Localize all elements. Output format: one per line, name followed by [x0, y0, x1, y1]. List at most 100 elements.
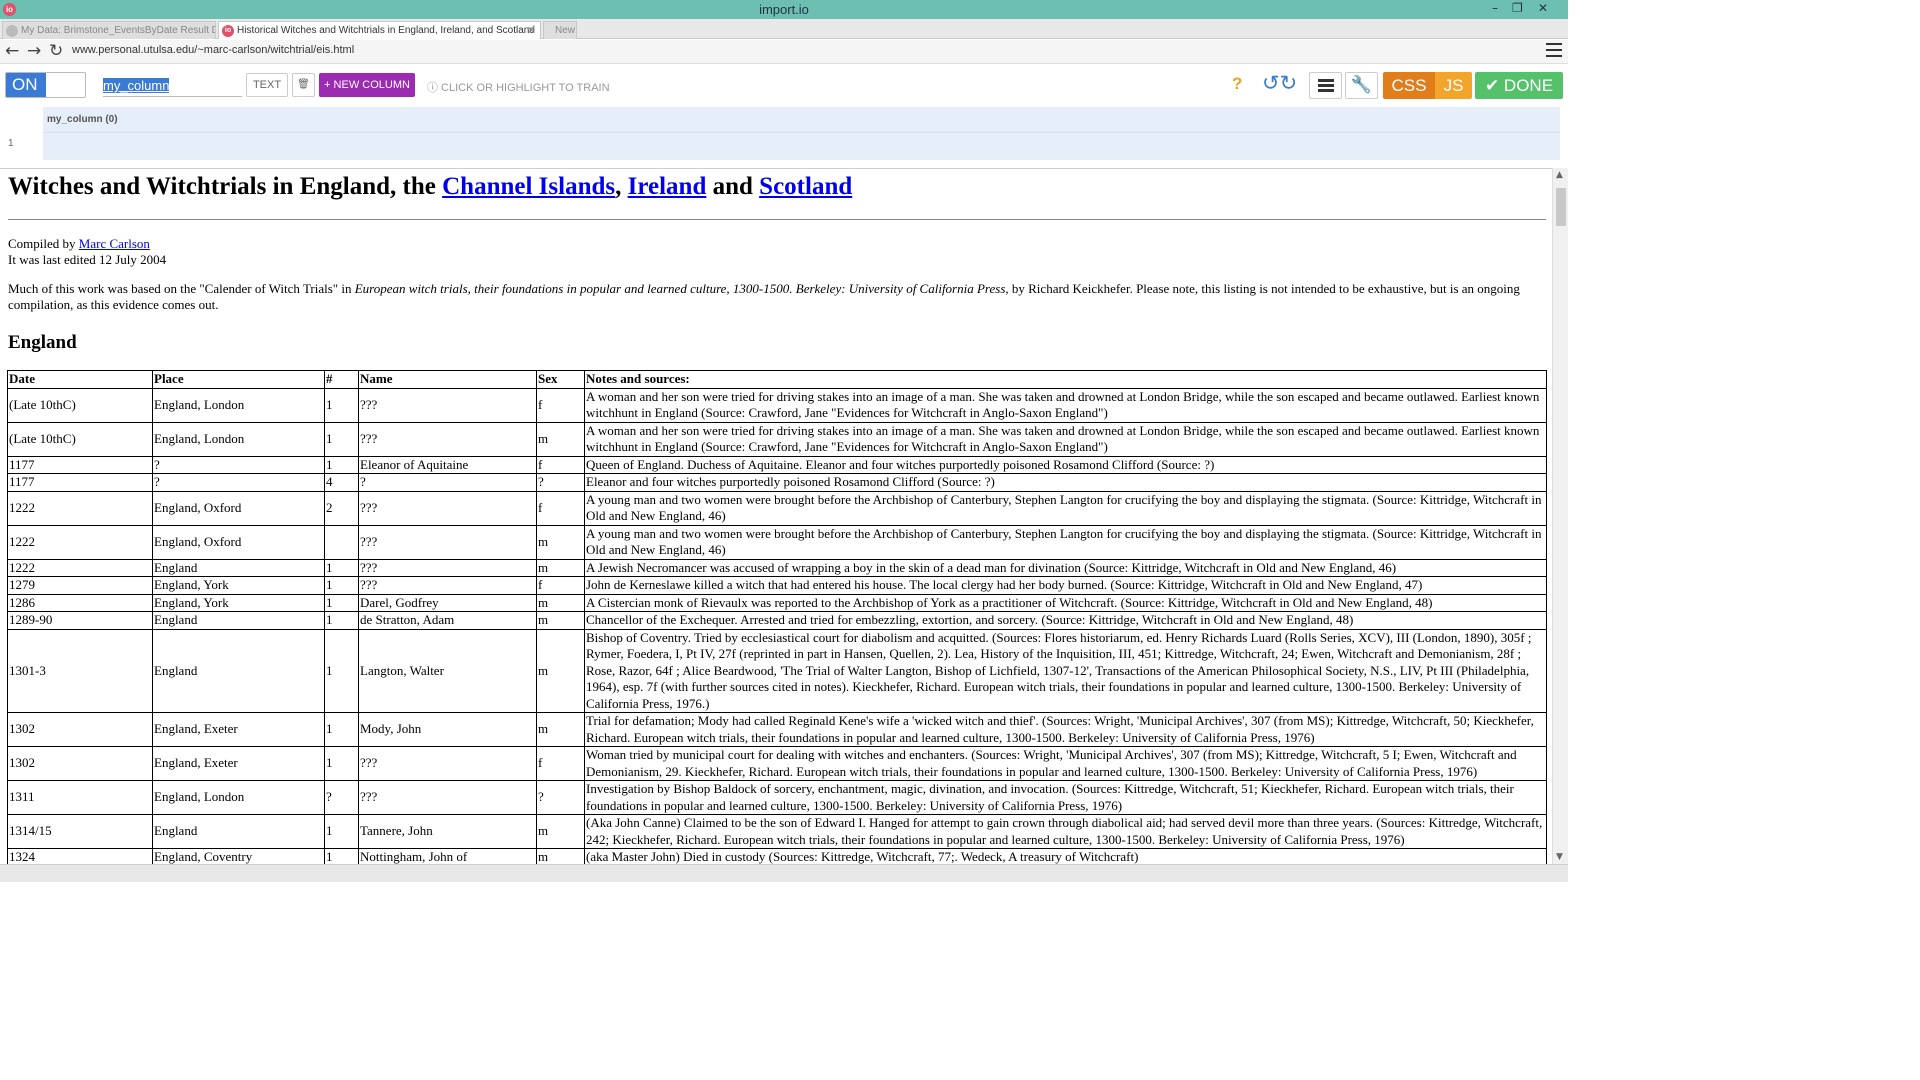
column-header-cell: Notes and sources: [584, 370, 1547, 389]
back-arrow-icon[interactable]: ← [5, 41, 19, 61]
wrench-icon[interactable]: 🔧 [1345, 72, 1378, 99]
table-row: 1302 England, Exeter 1 Mody, John m Trial for… [7, 712, 1547, 747]
importio-toolbar: ON my_column TEXT 🗑 + NEW COLUMN ⓘ CLICK… [0, 65, 1568, 105]
table-view-icon[interactable] [1309, 72, 1342, 99]
table-cell: 1177 [7, 473, 153, 492]
help-icon[interactable]: ? [1232, 74, 1242, 94]
on-off-toggle[interactable]: ON [5, 72, 86, 98]
table-cell: England [152, 558, 325, 577]
table-cell: 1 [324, 421, 359, 457]
train-hint-text: ⓘ CLICK OR HIGHLIGHT TO TRAIN [427, 82, 610, 94]
link-scotland[interactable]: Scotland [759, 173, 852, 200]
table-cell: England, Oxford [152, 490, 325, 526]
scroll-down-icon[interactable]: ▼ [1556, 852, 1563, 862]
js-button[interactable]: JS [1435, 72, 1472, 99]
column-header-cell: Date [7, 370, 153, 389]
column-header-cell: Sex [536, 370, 585, 389]
table-cell: m [536, 421, 585, 457]
minimize-icon[interactable]: – [1492, 1, 1498, 15]
tab-my-data[interactable]: My Data: Brimstone_EventsByDate Result D… [2, 21, 216, 39]
table-row: 1222 England, Oxford??? m A young man and t… [7, 524, 1547, 560]
table-cell: m [536, 848, 585, 864]
status-bar [0, 864, 1568, 882]
link-ireland[interactable]: Ireland [628, 173, 707, 200]
tab-new[interactable]: New [543, 21, 577, 39]
table-cell: 1 [324, 628, 359, 713]
restore-icon[interactable]: ❐ [1512, 1, 1523, 15]
table-cell: Nottingham, John of [358, 848, 537, 864]
trash-icon[interactable]: 🗑 [292, 73, 315, 97]
table-cell: Woman tried by municipal court for deali… [584, 746, 1547, 781]
table-cell: England, York [152, 576, 325, 595]
table-row: (Late 10thC) England, London 1??? f A woman … [7, 387, 1547, 423]
table-row: 1301-3 England 1 Langton, Walter m Bishop of … [7, 628, 1547, 713]
table-cell: ??? [358, 490, 537, 526]
table-cell: ? [536, 473, 585, 492]
table-row: 1289-90 England 1 de Stratton, Adam m Chancel… [7, 611, 1547, 630]
table-cell: England, Exeter [152, 712, 325, 747]
tab-bar: My Data: Brimstone_EventsByDate Result D… [0, 19, 1568, 39]
window-title: import.io [759, 2, 809, 17]
table-cell: England, London [152, 421, 325, 457]
table-row: 1286 England, York 1 Darel, Godfrey m A Ciste… [7, 593, 1547, 612]
table-cell: (Late 10thC) [7, 387, 153, 423]
undo-redo-icon[interactable]: ↺↻ [1262, 71, 1297, 95]
table-cell: A woman and her son were tried for drivi… [584, 387, 1547, 423]
table-cell: (Late 10thC) [7, 421, 153, 457]
table-cell: 1286 [7, 593, 153, 612]
column-header-cell: # [324, 370, 359, 389]
table-cell: 1 [324, 576, 359, 595]
forward-arrow-icon[interactable]: → [27, 41, 41, 61]
table-cell: 1 [324, 593, 359, 612]
reload-icon[interactable]: ↻ [49, 41, 63, 61]
column-header-cell: Place [152, 370, 325, 389]
table-cell: Investigation by Bishop Baldock of sorce… [584, 780, 1547, 815]
table-cell: Trial for defamation; Mody had called Re… [584, 712, 1547, 747]
column-cell[interactable] [43, 132, 1560, 160]
scroll-up-icon[interactable]: ▲ [1556, 170, 1563, 180]
table-cell: 1 [324, 455, 359, 474]
table-cell: England [152, 611, 325, 630]
table-cell: ? [358, 473, 537, 492]
table-cell [324, 524, 359, 560]
table-cell: 1222 [7, 524, 153, 560]
table-cell: Bishop of Coventry. Tried by ecclesiasti… [584, 628, 1547, 713]
close-window-icon[interactable]: ✕ [1538, 1, 1548, 15]
hamburger-menu-icon[interactable] [1546, 43, 1562, 57]
table-cell: Langton, Walter [358, 628, 537, 713]
scroll-thumb[interactable] [1556, 188, 1566, 226]
table-row: (Late 10thC) England, London 1??? m A woman … [7, 421, 1547, 457]
page-scrollbar[interactable]: ▲ ▼ [1552, 168, 1568, 864]
table-cell: 1 [324, 746, 359, 781]
table-cell: 1 [324, 848, 359, 864]
table-cell: Eleanor and four witches purportedly poi… [584, 473, 1547, 492]
table-cell: 1279 [7, 576, 153, 595]
toggle-on-label: ON [6, 73, 46, 97]
table-cell: ? [324, 780, 359, 815]
table-cell: England [152, 814, 325, 849]
tab-witchtrials[interactable]: io Historical Witches and Witchtrials in… [218, 21, 541, 39]
tab-close-icon[interactable]: ✕ [527, 22, 536, 39]
url-field[interactable]: www.personal.utulsa.edu/~marc-carlson/wi… [72, 44, 354, 56]
table-cell: ??? [358, 780, 537, 815]
table-cell: Darel, Godfrey [358, 593, 537, 612]
table-cell: m [536, 558, 585, 577]
link-channel-islands[interactable]: Channel Islands [442, 173, 615, 200]
done-button[interactable]: ✔ DONE [1475, 72, 1563, 99]
table-cell: 1314/15 [7, 814, 153, 849]
table-cell: m [536, 814, 585, 849]
table-cell: 1302 [7, 746, 153, 781]
text-type-button[interactable]: TEXT [246, 73, 288, 97]
tab-label: New [555, 25, 576, 36]
css-button[interactable]: CSS [1383, 72, 1435, 99]
author-link[interactable]: Marc Carlson [79, 236, 150, 251]
new-column-button[interactable]: + NEW COLUMN [319, 73, 415, 97]
table-cell: ??? [358, 524, 537, 560]
intro-paragraph: Much of this work was based on the "Cale… [8, 281, 1520, 312]
table-cell: ??? [358, 558, 537, 577]
column-name-input[interactable]: my_column [103, 75, 242, 97]
table-cell: Eleanor of Aquitaine [358, 455, 537, 474]
column-header[interactable]: my_column (0) [43, 107, 1560, 132]
table-row: 1222 England 1??? m A Jewish Necromancer was… [7, 558, 1547, 577]
table-cell: ??? [358, 421, 537, 457]
